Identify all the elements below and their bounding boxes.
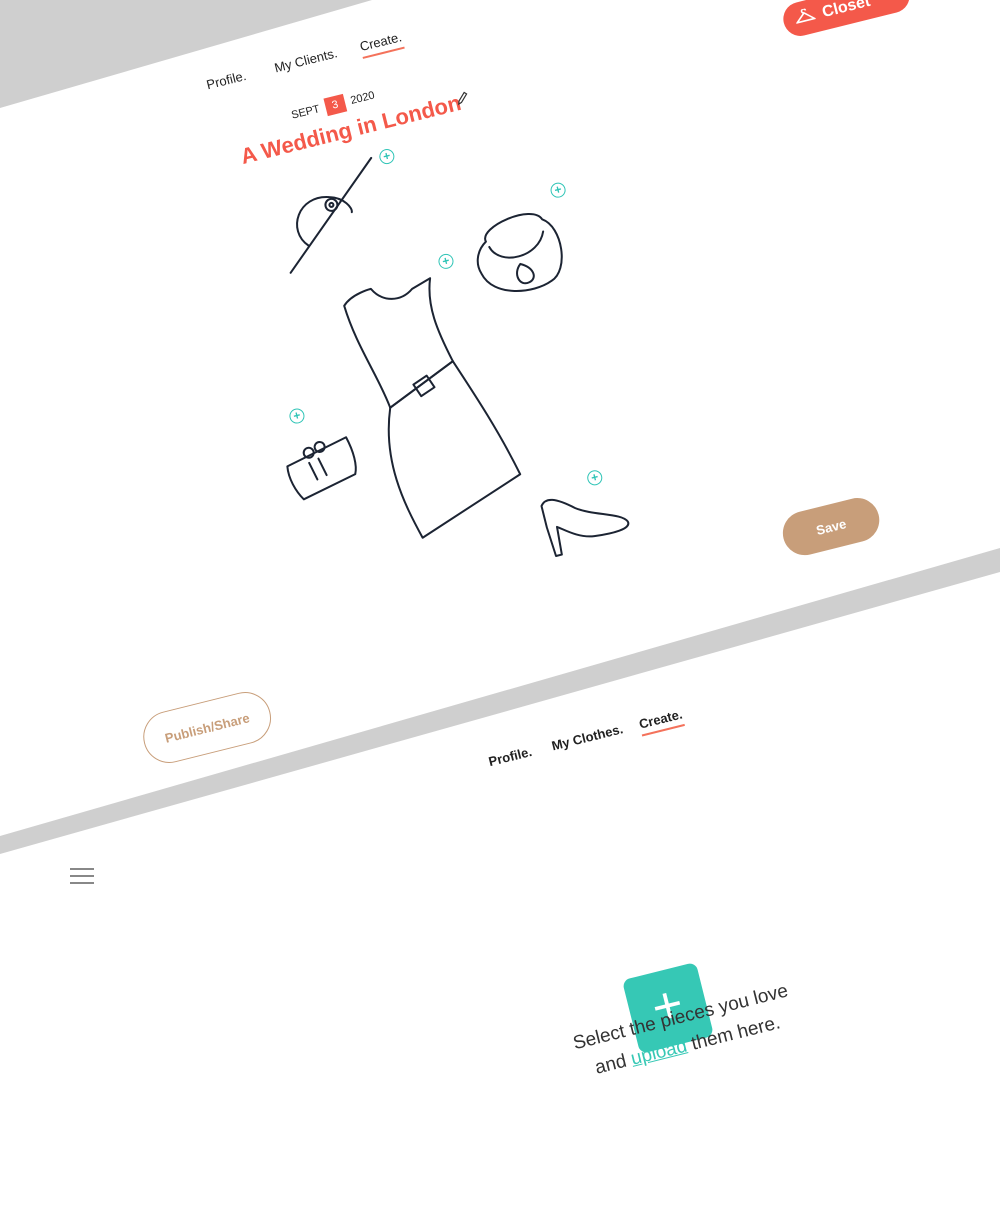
date-year: 2020 <box>349 89 376 107</box>
date-day: 3 <box>323 93 348 117</box>
closet-button[interactable]: Closet <box>779 0 914 40</box>
publish-share-button[interactable]: Publish/Share <box>137 686 277 769</box>
add-necklace-icon[interactable]: + <box>548 181 568 200</box>
heel-shoe-icon[interactable] <box>531 472 647 574</box>
hanger-icon <box>793 7 817 32</box>
nav2-profile[interactable]: Profile. <box>487 744 533 769</box>
nav-create[interactable]: Create. <box>358 29 403 54</box>
closet-label: Closet <box>820 0 873 22</box>
nav-my-clients[interactable]: My Clients. <box>273 45 339 75</box>
nav-profile[interactable]: Profile. <box>205 68 248 92</box>
save-button[interactable]: Save <box>778 493 884 560</box>
clutch-icon[interactable] <box>276 427 368 505</box>
nav2-create[interactable]: Create. <box>637 706 683 731</box>
prompt-and: and <box>592 1050 629 1079</box>
nav2-my-clothes[interactable]: My Clothes. <box>550 721 624 753</box>
date-month: SEPT <box>290 103 322 122</box>
add-clutch-icon[interactable]: + <box>287 406 307 426</box>
hamburger-menu-icon[interactable] <box>70 868 94 884</box>
